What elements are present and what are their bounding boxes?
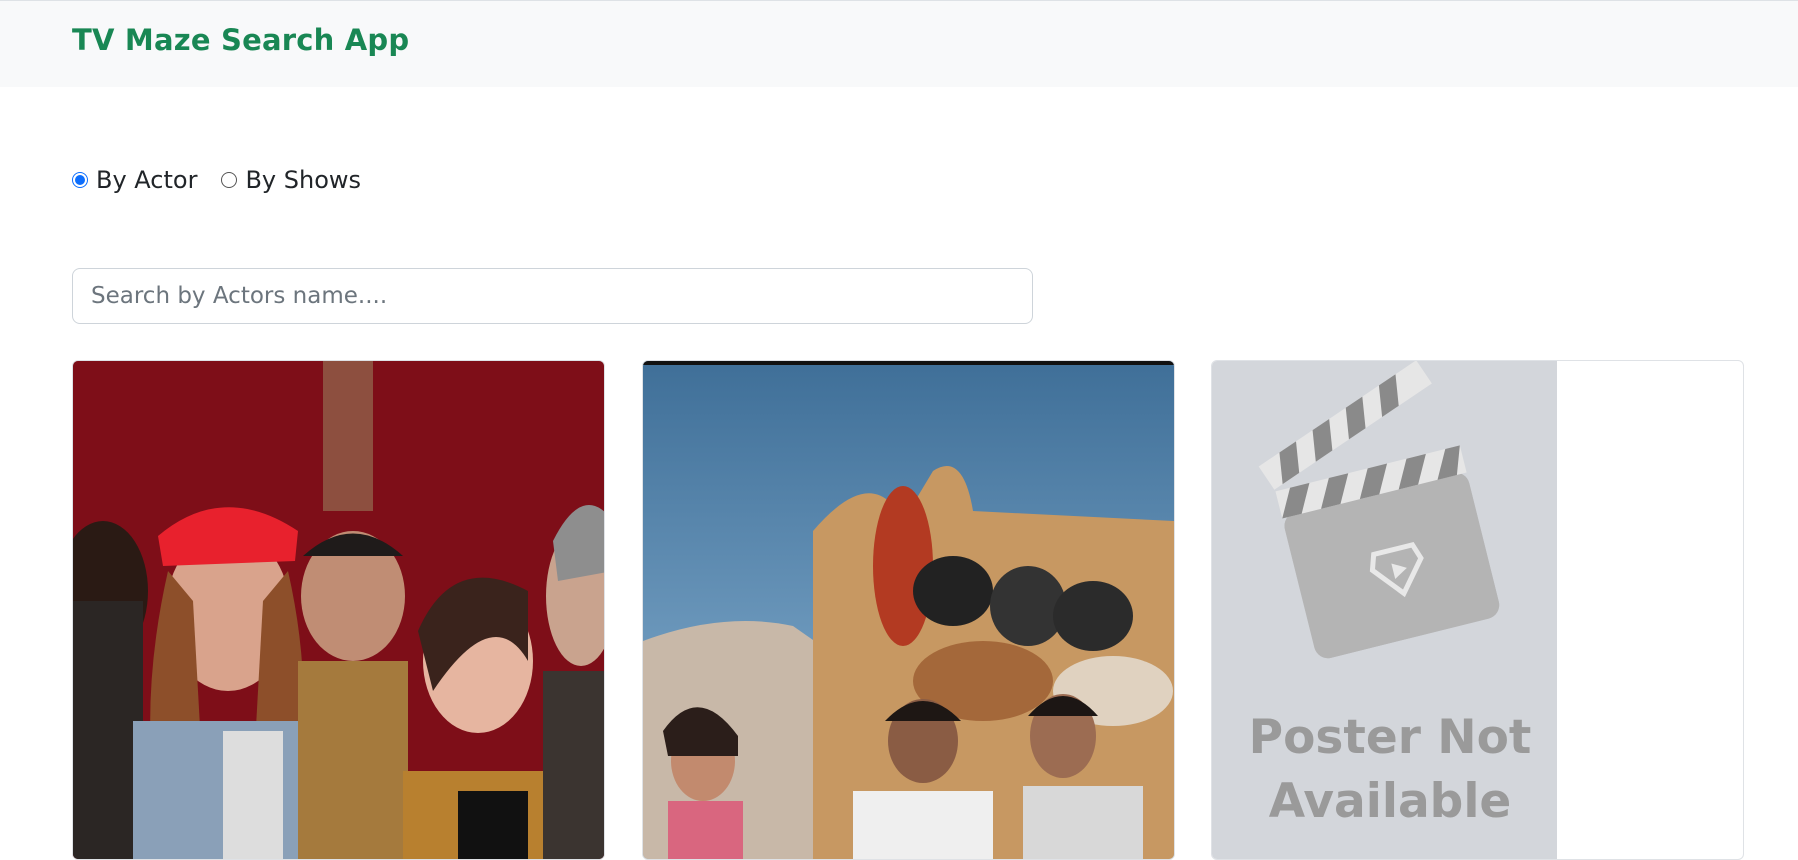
navbar: TV Maze Search App: [0, 0, 1798, 87]
app-brand[interactable]: TV Maze Search App: [72, 23, 409, 57]
clapperboard-icon: [1258, 361, 1500, 659]
search-input[interactable]: [72, 268, 1033, 324]
search-mode-group: By Actor By Shows: [72, 163, 385, 197]
result-card[interactable]: [642, 360, 1175, 860]
radio-by-actor-input[interactable]: [72, 172, 88, 188]
result-image-band-photo[interactable]: [73, 361, 604, 859]
radio-by-actor-label: By Actor: [96, 166, 198, 194]
poster-not-available-text: Poster Not Available: [1248, 710, 1532, 829]
radio-by-shows-input[interactable]: [221, 172, 238, 188]
radio-by-shows[interactable]: By Shows: [221, 166, 361, 194]
radio-by-shows-label: By Shows: [245, 166, 362, 194]
result-card[interactable]: [72, 360, 605, 860]
result-image-graffiti-photo[interactable]: [643, 361, 1174, 859]
poster-placeholder[interactable]: Poster Not Available: [1212, 361, 1557, 859]
radio-by-actor[interactable]: By Actor: [72, 166, 197, 194]
result-card[interactable]: Poster Not Available: [1211, 360, 1744, 860]
